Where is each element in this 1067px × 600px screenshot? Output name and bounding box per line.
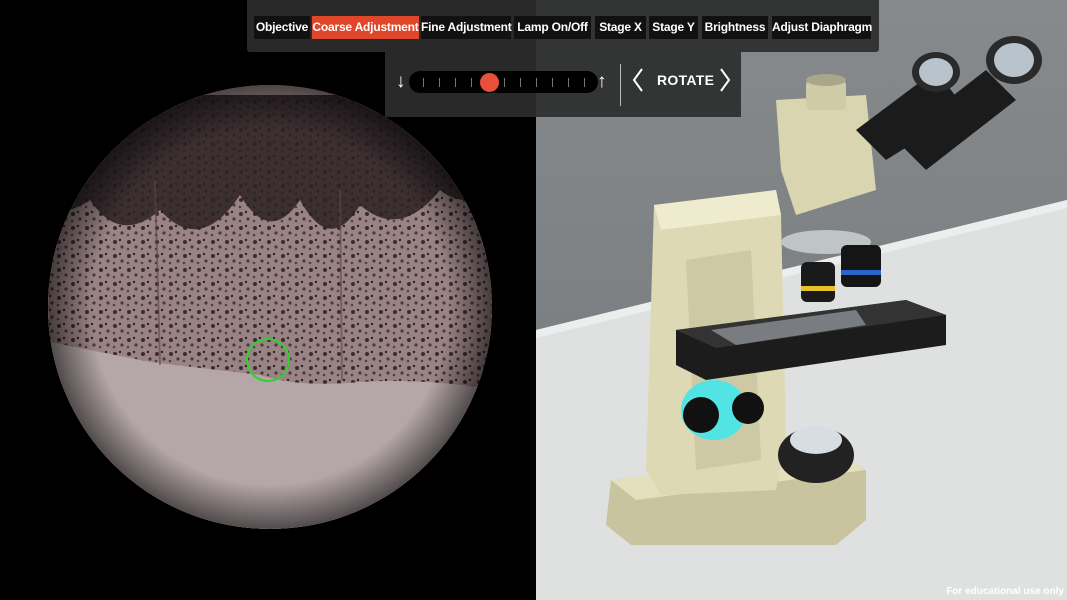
slider-tick: [535, 78, 537, 87]
chevron-right-icon[interactable]: [718, 66, 732, 94]
slider-tick: [503, 78, 505, 87]
arrow-down-icon[interactable]: ↓: [396, 72, 406, 91]
slider-tick: [471, 78, 473, 87]
adjustment-panel: ↓ ↑ ROTATE: [385, 52, 741, 117]
slider-tick: [584, 78, 585, 87]
tab-coarse-adjustment[interactable]: Coarse Adjustment: [312, 16, 419, 39]
slider-tick: [551, 78, 553, 87]
slider-tick: [423, 78, 424, 87]
tab-stage-x[interactable]: Stage X: [595, 16, 646, 39]
slider-tick: [519, 78, 521, 87]
arrow-up-icon[interactable]: ↑: [597, 72, 607, 91]
control-toolbar: Objective Coarse Adjustment Fine Adjustm…: [247, 0, 879, 52]
tab-brightness[interactable]: Brightness: [702, 16, 768, 39]
tab-objective[interactable]: Objective: [254, 16, 310, 39]
tab-stage-y[interactable]: Stage Y: [649, 16, 698, 39]
chevron-left-icon[interactable]: [631, 66, 645, 94]
slider-tick: [455, 78, 457, 87]
divider: [620, 64, 621, 106]
slider-tick: [439, 78, 441, 87]
rotate-label[interactable]: ROTATE: [657, 72, 714, 88]
educational-disclaimer: For educational use only: [946, 586, 1064, 597]
slider-tick: [567, 78, 569, 87]
tab-fine-adjustment[interactable]: Fine Adjustment: [421, 16, 512, 39]
tab-lamp-on-off[interactable]: Lamp On/Off: [514, 16, 591, 39]
tab-adjust-diaphragm[interactable]: Adjust Diaphragm: [772, 16, 872, 39]
coarse-adjustment-slider[interactable]: [409, 71, 598, 93]
